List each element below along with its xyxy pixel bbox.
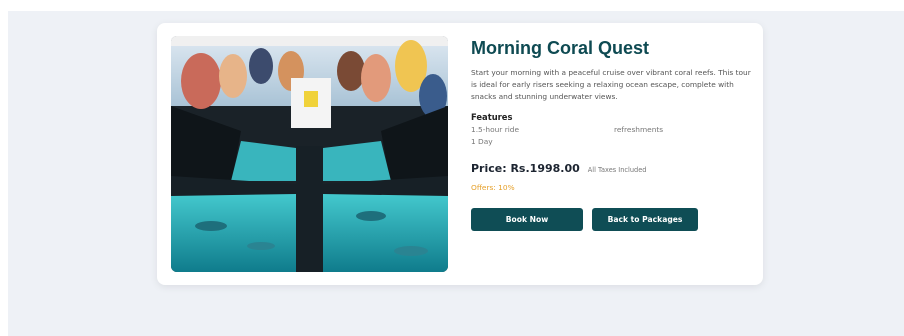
package-description: Start your morning with a peaceful cruis… <box>471 68 751 101</box>
glass-bottom-boat-photo <box>171 36 448 272</box>
features-heading: Features <box>471 112 513 122</box>
features-list: 1.5-hour ride refreshments 1 Day <box>471 124 751 148</box>
package-title: Morning Coral Quest <box>471 38 650 58</box>
package-info: Morning Coral Quest Start your morning w… <box>471 36 751 231</box>
package-card: Morning Coral Quest Start your morning w… <box>157 23 763 285</box>
back-to-packages-button[interactable]: Back to Packages <box>592 208 698 231</box>
feature-item: refreshments <box>614 125 664 134</box>
book-now-button[interactable]: Book Now <box>471 208 583 231</box>
tax-note: All Taxes Included <box>587 166 647 174</box>
offers-text: Offers: 10% <box>471 183 515 192</box>
feature-item: 1.5-hour ride <box>471 125 520 134</box>
action-buttons: Book Now Back to Packages <box>471 208 751 231</box>
price: Price: Rs.1998.00 <box>471 162 580 175</box>
price-row: Price: Rs.1998.00 All Taxes Included <box>471 162 751 175</box>
feature-item: 1 Day <box>471 137 493 146</box>
